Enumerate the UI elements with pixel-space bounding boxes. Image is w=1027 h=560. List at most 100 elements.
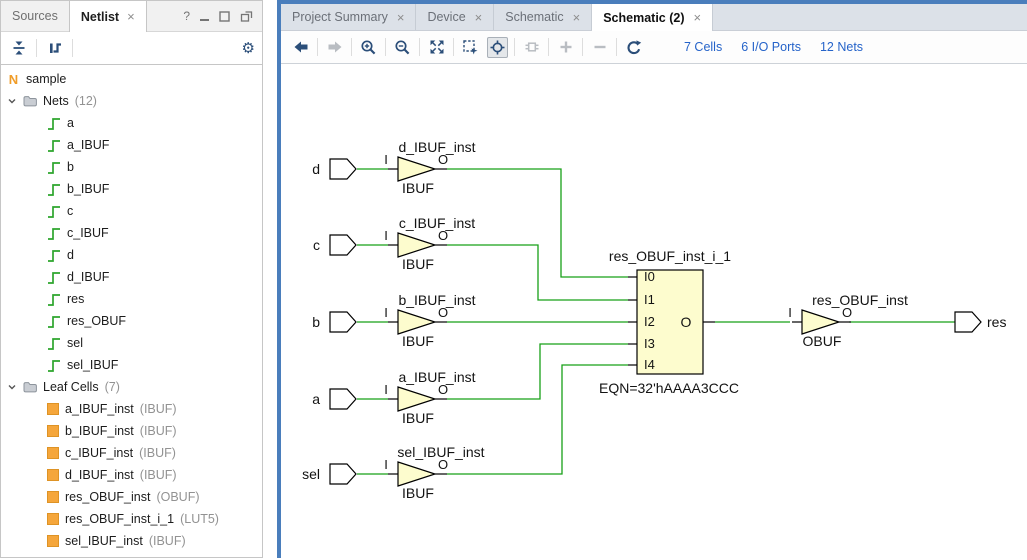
cell-d_IBUF_inst[interactable]: IOd_IBUF_instIBUF — [384, 139, 475, 196]
tree-item-leaf-cells[interactable]: Leaf Cells(7) — [1, 376, 262, 398]
tree-item-c[interactable]: c — [1, 200, 262, 222]
schematic-canvas[interactable]: d c b a sel res IOd_IBUF_instIBUF IOc_IBUF_inst… — [281, 64, 1027, 560]
folder-icon — [23, 381, 37, 393]
tree-item-res-obuf[interactable]: res_OBUF — [1, 310, 262, 332]
netlist-tabbar: Sources Netlist × ? — [1, 1, 262, 32]
nets-link[interactable]: 12 Nets — [820, 40, 863, 54]
zoom-in-icon — [360, 39, 377, 56]
scroll-to-selected-button[interactable] — [44, 38, 65, 59]
tree-item-sel-ibuf[interactable]: sel_IBUF — [1, 354, 262, 376]
tree-item-b-ibuf[interactable]: b_IBUF — [1, 178, 262, 200]
tab-sources[interactable]: Sources — [1, 1, 69, 31]
close-icon[interactable]: × — [475, 11, 483, 24]
port-b[interactable]: b — [312, 312, 356, 332]
cell-c_IBUF_inst[interactable]: IOc_IBUF_instIBUF — [384, 215, 475, 272]
tree-item-b[interactable]: b — [1, 156, 262, 178]
remove-button[interactable] — [589, 37, 610, 58]
net-icon — [47, 116, 61, 131]
tree-item-meta: (IBUF) — [139, 446, 176, 460]
close-icon[interactable]: × — [397, 11, 405, 24]
close-icon[interactable]: × — [694, 11, 702, 24]
zoom-fit-button[interactable] — [426, 37, 447, 58]
zoom-out-icon — [394, 39, 411, 56]
port-a[interactable]: a — [312, 389, 356, 409]
tab-project-summary[interactable]: Project Summary × — [281, 4, 416, 30]
close-icon[interactable]: × — [127, 10, 135, 23]
separate-nets-icon — [524, 39, 540, 55]
add-button[interactable] — [555, 37, 576, 58]
back-button[interactable] — [290, 37, 311, 58]
netlist-tree: NsampleNets(12)aa_IBUFbb_IBUFcc_IBUFdd_I… — [1, 65, 262, 552]
tree-item-c-ibuf-inst[interactable]: c_IBUF_inst(IBUF) — [1, 442, 262, 464]
tree-item-label: c — [67, 204, 73, 218]
leaf-cell-icon — [47, 403, 59, 415]
tree-item-d[interactable]: d — [1, 244, 262, 266]
cell-a_IBUF_inst[interactable]: IOa_IBUF_instIBUF — [384, 369, 475, 426]
schematic-panel: Project Summary × Device × Schematic × S… — [277, 0, 1027, 558]
tab-schematic-2[interactable]: Schematic (2) × — [592, 4, 713, 31]
tree-item-sel-ibuf-inst[interactable]: sel_IBUF_inst(IBUF) — [1, 530, 262, 552]
collapse-all-button[interactable] — [8, 38, 29, 59]
help-icon[interactable]: ? — [183, 9, 190, 23]
tree-item-nets[interactable]: Nets(12) — [1, 90, 262, 112]
maximize-icon[interactable] — [219, 11, 230, 22]
schematic-label: a_IBUF_inst — [398, 369, 475, 385]
toolbar-separator — [351, 38, 352, 56]
tree-item-res-obuf-inst[interactable]: res_OBUF_inst(OBUF) — [1, 486, 262, 508]
separate-nets-button[interactable] — [521, 37, 542, 58]
tree-item-res[interactable]: res — [1, 288, 262, 310]
zoom-selection-button[interactable] — [460, 37, 481, 58]
cell-b_IBUF_inst[interactable]: IOb_IBUF_instIBUF — [384, 292, 475, 349]
toolbar-separator — [514, 38, 515, 56]
schematic-label: OBUF — [803, 333, 842, 349]
settings-gear-icon[interactable]: ⚙ — [242, 41, 255, 56]
leaf-cell-icon — [47, 513, 59, 525]
chevron-down-icon[interactable] — [7, 96, 17, 106]
tab-schematic-label: Schematic — [505, 10, 563, 24]
port-d[interactable]: d — [312, 159, 356, 179]
tab-schematic[interactable]: Schematic × — [494, 4, 592, 30]
close-icon[interactable]: × — [573, 11, 581, 24]
net-icon — [47, 336, 61, 351]
tree-item-a-ibuf-inst[interactable]: a_IBUF_inst(IBUF) — [1, 398, 262, 420]
window-controls: ? — [183, 1, 262, 31]
zoom-fit-icon — [429, 39, 445, 55]
toolbar-separator — [72, 39, 73, 57]
tree-item-d-ibuf[interactable]: d_IBUF — [1, 266, 262, 288]
cell-sel_IBUF_inst[interactable]: IOsel_IBUF_instIBUF — [384, 444, 484, 501]
tree-item-label: res — [67, 292, 84, 306]
cells-link[interactable]: 7 Cells — [684, 40, 722, 54]
chevron-down-icon[interactable] — [7, 382, 17, 392]
tree-item-res-obuf-inst-i-1[interactable]: res_OBUF_inst_i_1(LUT5) — [1, 508, 262, 530]
tree-item-d-ibuf-inst[interactable]: d_IBUF_inst(IBUF) — [1, 464, 262, 486]
schematic-svg[interactable]: d c b a sel res IOd_IBUF_instIBUF IOc_IBUF_inst… — [281, 64, 1027, 560]
port-sel[interactable]: sel — [302, 464, 356, 484]
minimize-icon[interactable] — [200, 19, 209, 21]
zoom-in-button[interactable] — [358, 37, 379, 58]
schematic-label: I — [788, 305, 792, 320]
tree-item-a-ibuf[interactable]: a_IBUF — [1, 134, 262, 156]
tree-item-sample[interactable]: Nsample — [1, 68, 262, 90]
port-c[interactable]: c — [313, 235, 356, 255]
autofit-selection-button[interactable] — [487, 37, 508, 58]
refresh-icon — [625, 39, 642, 56]
toolbar-separator — [582, 38, 583, 56]
scroll-to-selected-icon — [47, 40, 63, 56]
float-icon[interactable] — [240, 10, 253, 22]
tab-device[interactable]: Device × — [416, 4, 494, 30]
forward-button[interactable] — [324, 37, 345, 58]
tree-item-sel[interactable]: sel — [1, 332, 262, 354]
tree-item-b-ibuf-inst[interactable]: b_IBUF_inst(IBUF) — [1, 420, 262, 442]
editor-tabbar: Project Summary × Device × Schematic × S… — [281, 4, 1027, 31]
tab-netlist[interactable]: Netlist × — [69, 1, 147, 32]
netlist-root-icon: N — [7, 72, 20, 87]
zoom-out-button[interactable] — [392, 37, 413, 58]
port-res[interactable]: res — [955, 312, 1006, 332]
tree-item-a[interactable]: a — [1, 112, 262, 134]
regenerate-layout-button[interactable] — [623, 37, 644, 58]
io-ports-link[interactable]: 6 I/O Ports — [741, 40, 801, 54]
tree-item-c-ibuf[interactable]: c_IBUF — [1, 222, 262, 244]
cell-res_OBUF_inst[interactable]: IOres_OBUF_instOBUF — [788, 292, 908, 349]
toolbar-separator — [317, 38, 318, 56]
toolbar-separator — [453, 38, 454, 56]
